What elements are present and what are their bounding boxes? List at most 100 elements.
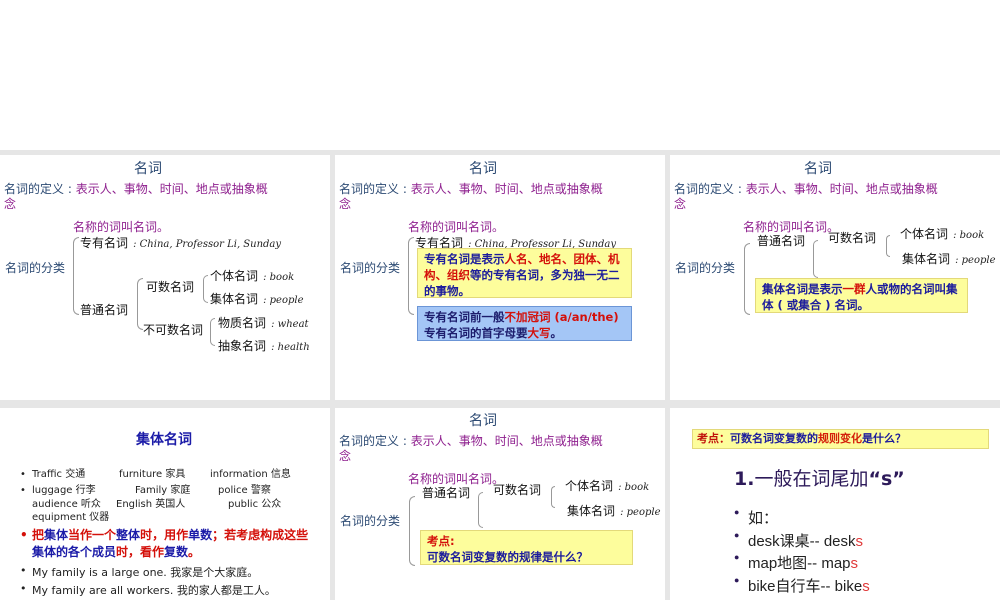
uncountable-noun: 不可数名词 <box>143 323 204 337</box>
heading-suffix: “s” <box>868 468 905 490</box>
definition-label: 名词的定义 : <box>339 434 411 448</box>
word: information 信息 <box>210 469 291 480</box>
abstract-row: 抽象名词 : health <box>218 335 310 354</box>
abstract-noun: 抽象名词 <box>218 339 267 353</box>
material-example: : wheat <box>271 319 309 330</box>
individual-noun: 个体名词 <box>900 227 949 241</box>
bullet-icon: ● <box>734 507 740 517</box>
rule-segment: 整体 <box>116 528 141 542</box>
example-item: ● desk课桌-- desks <box>734 530 864 551</box>
slide-title: 集体名词 <box>136 432 192 448</box>
bar-highlight: 规则变化 <box>818 432 862 445</box>
proper-examples: : China, Professor Li, Sunday <box>133 239 282 250</box>
individual-example: : book <box>953 230 985 241</box>
item-text: map地图-- map <box>748 555 851 572</box>
collective-example: : people <box>263 295 304 306</box>
note-text: 专有名词的首字母要 <box>424 326 528 340</box>
note-highlight: 考点: <box>427 534 455 548</box>
material-noun: 物质名词 <box>218 316 267 330</box>
common-noun: 普通名词 <box>422 486 471 500</box>
word: furniture 家具 <box>119 469 186 480</box>
note-text: 。 <box>550 326 563 340</box>
individual-row: 个体名词 : book <box>900 223 984 242</box>
slide-title: 名词 <box>804 161 832 177</box>
definition-text: 表示人、事物、时间、地点或抽象概 <box>75 182 268 196</box>
brace <box>813 240 818 278</box>
word: equipment 仪器 <box>32 512 110 523</box>
example-item: ● map地图-- maps <box>734 552 859 573</box>
definition-text-2: 念 <box>4 197 17 211</box>
slide-5[interactable]: 名词 名词的定义 : 表示人、事物、时间、地点或抽象概 念 名称的词叫名词。 名… <box>335 408 665 600</box>
countable-noun: 可数名词 <box>146 280 195 294</box>
slide-2[interactable]: 名词 名词的定义 : 表示人、事物、时间、地点或抽象概 念 名称的词叫名词。 名… <box>335 155 665 400</box>
classify-label: 名词的分类 <box>340 261 401 275</box>
collective-example: : people <box>955 255 996 266</box>
common-noun: 普通名词 <box>80 303 129 317</box>
abstract-example: : health <box>271 342 310 353</box>
collective-noun: 集体名词 <box>210 292 259 306</box>
slide-3[interactable]: 名词 名词的定义 : 表示人、事物、时间、地点或抽象概 念 名称的词叫名词。 名… <box>670 155 1000 400</box>
brace <box>551 486 555 508</box>
slide-4[interactable]: 集体名词 Traffic 交通 furniture 家具 information… <box>0 408 330 600</box>
brace <box>744 243 750 315</box>
rule-segment: 集体的各个成员 <box>32 545 117 559</box>
definition-label: 名词的定义 : <box>4 182 76 196</box>
rule-segment: 集体 <box>44 528 69 542</box>
material-row: 物质名词 : wheat <box>218 312 309 331</box>
plural-suffix: s <box>850 555 859 572</box>
definition: 名词的定义 : 表示人、事物、时间、地点或抽象概 <box>339 180 603 197</box>
definition: 名词的定义 : 表示人、事物、时间、地点或抽象概 <box>674 180 938 197</box>
plural-suffix: s <box>855 532 864 550</box>
collective-row: 集体名词 : people <box>210 288 304 307</box>
rule-segment: ；若考虑构成这些 <box>212 528 309 542</box>
word: Traffic 交通 <box>32 469 86 480</box>
rule-segment: 当作一个 <box>68 528 117 542</box>
individual-example: : book <box>263 272 295 283</box>
proper-noun: 专有名词 <box>80 236 129 250</box>
definition-text: 表示人、事物、时间、地点或抽象概 <box>745 182 938 196</box>
individual-row: 个体名词 : book <box>210 265 294 284</box>
brace <box>408 237 414 315</box>
definition-text-2: 念 <box>339 197 352 211</box>
collective-row: 集体名词 : people <box>902 248 996 267</box>
definition-text: 表示人、事物、时间、地点或抽象概 <box>410 182 603 196</box>
exam-point-note: 考点: 可数名词变复数的规律是什么？ <box>420 530 633 565</box>
classify-label: 名词的分类 <box>340 514 401 528</box>
note-text: 专有名词前一般 <box>424 310 505 324</box>
note-text: 集体名词是表示 <box>762 282 843 296</box>
classify-label: 名词的分类 <box>5 261 66 275</box>
definition-text: 表示人、事物、时间、地点或抽象概 <box>410 434 603 448</box>
example-sentence: My family are all workers. 我的家人都是工人。 <box>20 582 276 598</box>
individual-noun: 个体名词 <box>210 269 259 283</box>
slide-6[interactable]: 考点：可数名词变复数的规则变化是什么？ 1.一般在词尾加“s” ● 如： ● desk… <box>670 408 1000 600</box>
note-highlight: 大写 <box>527 326 551 340</box>
example-sentence: My family is a large one. 我家是个大家庭。 <box>20 564 258 580</box>
bar-text: 是什么？ <box>862 432 906 445</box>
slide-title: 名词 <box>469 413 497 429</box>
slide-title: 名词 <box>469 161 497 177</box>
bar-label: 考点： <box>697 432 730 445</box>
note-highlight: 一群 <box>842 282 866 296</box>
item-text: bike自行车-- bike <box>748 577 863 595</box>
example-item: ● 如： <box>734 507 779 528</box>
brace <box>73 237 79 315</box>
collective-row: 集体名词 : people <box>567 500 661 519</box>
article-note: 专有名词前一般不加冠词 (a/an/the) 专有名词的首字母要大写。 <box>417 306 632 341</box>
brace <box>203 275 208 303</box>
word: Family 家庭 <box>135 485 191 496</box>
definition-label: 名词的定义 : <box>339 182 411 196</box>
bullet-icon: ● <box>734 529 740 540</box>
word: public 公众 <box>228 499 282 510</box>
collective-noun: 集体名词 <box>567 504 616 518</box>
slide-1[interactable]: 名词 名词的定义 : 表示人、事物、时间、地点或抽象概 念 名称的词叫名词。 名… <box>0 155 330 400</box>
brace <box>210 318 215 346</box>
item-text: 如： <box>748 510 779 527</box>
heading-text: 一般在词尾加 <box>754 468 869 490</box>
collective-example: : people <box>620 507 661 518</box>
rule-segment: 时，看作 <box>116 545 165 559</box>
word: English 英国人 <box>116 499 186 510</box>
brace <box>478 492 483 528</box>
proper-noun-note: 专有名词是表示人名、地名、团体、机构、组织等的专有名词，多为独一无二的事物。 <box>417 248 632 298</box>
brace <box>409 496 415 566</box>
item-text: desk课桌-- desk <box>748 532 856 550</box>
